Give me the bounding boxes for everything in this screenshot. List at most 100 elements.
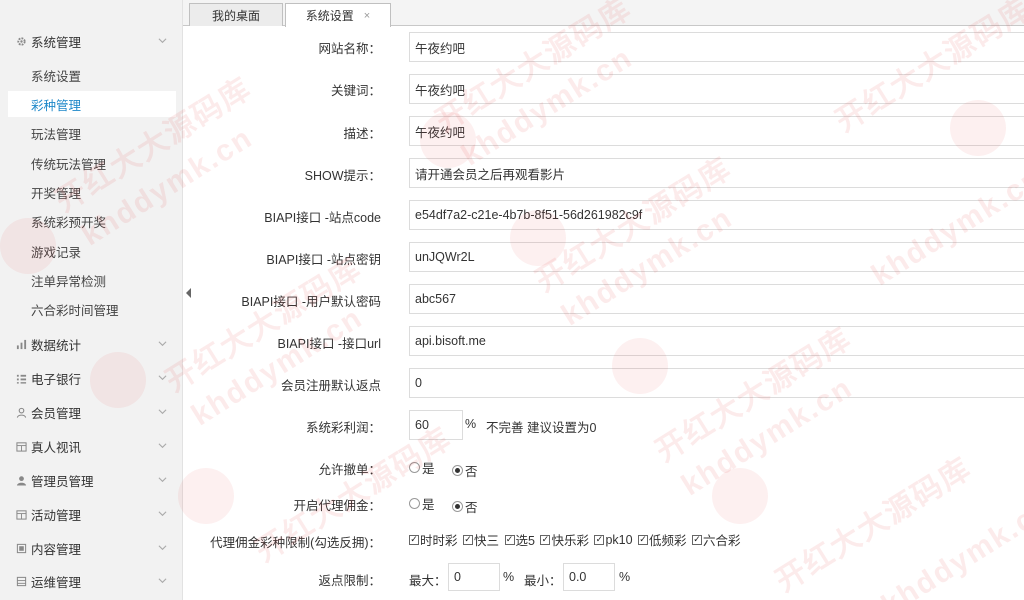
radio-label: 是 [422,462,435,476]
rebate-min-input[interactable] [563,563,615,591]
checkbox-ssc[interactable]: ✓ 时时彩 [409,530,458,549]
sidebar-item-label: 传统玩法管理 [31,157,107,172]
sidebar-group-activities[interactable]: 活动管理 [0,499,183,529]
show-tip-input[interactable] [409,158,1024,188]
close-icon[interactable]: × [364,10,370,22]
member-rebate-label: 会员注册默认返点 [280,379,381,393]
sidebar-item-bet-anomaly[interactable]: 注单异常检测 [8,267,176,293]
api-site-code-input[interactable] [409,200,1024,230]
allow-cancel-no-radio[interactable]: 否 [452,461,478,480]
checkbox-label: 快三 [474,534,500,548]
chevron-down-icon [158,443,167,449]
gear-icon [14,34,28,48]
checkmark-icon: ✓ [463,534,473,545]
api-url-label: BIAPI接口 -接口url [277,337,382,351]
checkbox-klc[interactable]: ✓ 快乐彩 [540,530,589,549]
sidebar: 系统管理 系统设置 彩种管理 玩法管理 传统玩法管理 开奖管理 系统彩预开奖 游… [0,0,183,600]
checkbox-label: 低频彩 [649,534,687,548]
member-rebate-input[interactable] [409,368,1024,398]
sidebar-item-label: 注单异常检测 [31,274,107,289]
sidebar-item-traditional-play[interactable]: 传统玩法管理 [8,150,176,176]
profit-unit: % [465,417,477,431]
checkbox-label: 时时彩 [420,534,458,548]
grid-icon [14,439,28,453]
api-site-key-label: BIAPI接口 -站点密钥 [266,253,381,267]
api-url-input[interactable] [409,326,1024,356]
sidebar-group-system[interactable]: 系统管理 [0,26,183,56]
chevron-down-icon [158,511,167,517]
checkbox-x5[interactable]: ✓ 选5 [504,530,535,549]
agent-commission-radio-group: 是 否 [409,494,492,516]
profit-hint: 不完善 建议设置为0 [486,421,597,435]
sidebar-group-e-bank[interactable]: 电子银行 [0,363,183,393]
settings-form: 网站名称： 关键词： 描述： SHOW提示： BIAPI接口 -站点code B… [183,26,1024,600]
user-icon [14,405,28,419]
sidebar-group-label: 真人视讯 [31,440,82,455]
checkmark-icon: ✓ [504,534,515,545]
checkbox-low-freq[interactable]: ✓ 低频彩 [638,530,687,549]
radio-dot [452,501,463,512]
chevron-down-icon [158,578,167,584]
allow-cancel-radio-group: 是 否 [409,458,492,480]
sidebar-group-ops[interactable]: 运维管理 [0,566,183,596]
api-user-password-input[interactable] [409,284,1024,314]
profit-label: 系统彩利润： [305,421,381,435]
site-name-label: 网站名称： [318,42,381,56]
keywords-input[interactable] [409,74,1024,104]
radio-label: 否 [465,501,478,515]
chevron-down-icon [158,477,167,483]
checkbox-pk10[interactable]: ✓ pk10 [594,533,633,547]
checkbox-label: 六合彩 [703,534,741,548]
sidebar-group-label: 电子银行 [31,372,82,387]
sidebar-group-live-video[interactable]: 真人视讯 [0,431,183,461]
rebate-min-unit: % [619,570,631,584]
sidebar-item-pre-draw[interactable]: 系统彩预开奖 [8,208,176,234]
sidebar-item-game-records[interactable]: 游戏记录 [8,238,176,264]
rebate-max-input[interactable] [448,563,500,591]
agent-commission-yes-radio[interactable]: 是 [409,494,435,513]
checkmark-icon: ✓ [638,534,649,545]
chevron-down-icon [158,409,167,415]
sidebar-item-label: 玩法管理 [31,127,82,142]
sidebar-item-draw-management[interactable]: 开奖管理 [8,179,176,205]
radio-dot [409,498,420,509]
tab-my-desktop[interactable]: 我的桌面 [189,3,283,26]
document-icon [14,541,28,555]
checkbox-k3[interactable]: ✓ 快三 [463,530,499,549]
bar-chart-icon [14,337,28,351]
tab-bar: 我的桌面 系统设置 × [183,0,1024,27]
keywords-label: 关键词： [330,84,381,98]
checkmark-icon: ✓ [409,534,419,545]
sidebar-group-label: 系统管理 [31,35,82,50]
allow-cancel-yes-radio[interactable]: 是 [409,458,435,477]
api-user-password-label: BIAPI接口 -用户默认密码 [241,295,381,309]
sidebar-item-system-settings[interactable]: 系统设置 [8,62,176,88]
agent-commission-label: 开启代理佣金： [293,499,381,513]
api-site-key-input[interactable] [409,242,1024,272]
server-icon [14,574,28,588]
checkbox-label: 选5 [515,534,535,548]
sidebar-group-label: 运维管理 [31,575,82,590]
checkbox-marksix[interactable]: ✓ 六合彩 [692,530,741,549]
rebate-max-label: 最大： [409,574,447,588]
checkmark-icon: ✓ [594,534,605,545]
radio-label: 是 [422,498,435,512]
sidebar-group-admins[interactable]: 管理员管理 [0,465,183,495]
profit-input[interactable] [409,410,463,440]
description-label: 描述： [343,127,381,141]
api-site-code-label: BIAPI接口 -站点code [264,211,381,225]
sidebar-item-play-management[interactable]: 玩法管理 [8,120,176,146]
sidebar-group-members[interactable]: 会员管理 [0,397,183,427]
sidebar-item-marksix-time[interactable]: 六合彩时间管理 [8,296,176,322]
checkmark-icon: ✓ [540,534,551,545]
chevron-down-icon [158,38,167,44]
tab-system-settings[interactable]: 系统设置 × [285,3,391,27]
description-input[interactable] [409,116,1024,146]
sidebar-group-content[interactable]: 内容管理 [0,533,183,563]
sidebar-item-lottery-management[interactable]: 彩种管理 [8,91,176,117]
agent-commission-no-radio[interactable]: 否 [452,497,478,516]
site-name-input[interactable] [409,32,1024,62]
sidebar-group-statistics[interactable]: 数据统计 [0,329,183,359]
radio-dot [409,462,420,473]
checkmark-icon: ✓ [692,534,703,545]
